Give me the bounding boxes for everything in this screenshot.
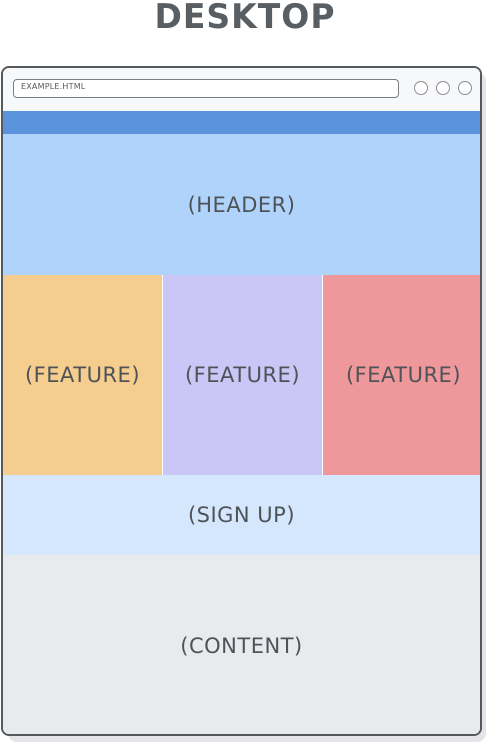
address-bar-text: EXAMPLE.HTML xyxy=(21,82,86,91)
content-label: (CONTENT) xyxy=(180,633,303,658)
content-section: (CONTENT) xyxy=(3,555,480,734)
feature-label-1: (FEATURE) xyxy=(24,363,141,387)
diagram-title: DESKTOP xyxy=(154,0,336,37)
feature-section-2: (FEATURE) xyxy=(163,275,322,475)
address-bar[interactable]: EXAMPLE.HTML xyxy=(13,79,399,98)
browser-toolbar: EXAMPLE.HTML xyxy=(3,68,480,111)
feature-section-3: (FEATURE) xyxy=(323,275,480,475)
signup-label: (SIGN UP) xyxy=(187,503,296,527)
header-section: (HEADER) xyxy=(3,134,480,275)
feature-section-1: (FEATURE) xyxy=(3,275,162,475)
feature-label-2: (FEATURE) xyxy=(184,363,301,387)
window-button-2[interactable] xyxy=(436,81,450,95)
browser-window: EXAMPLE.HTML (HEADER) (FEATURE) (FEATURE… xyxy=(1,66,482,736)
window-button-3[interactable] xyxy=(458,81,472,95)
window-button-1[interactable] xyxy=(414,81,428,95)
nav-bar xyxy=(3,111,480,134)
feature-label-3: (FEATURE) xyxy=(345,363,462,387)
header-label: (HEADER) xyxy=(187,192,296,217)
signup-section: (SIGN UP) xyxy=(3,475,480,555)
